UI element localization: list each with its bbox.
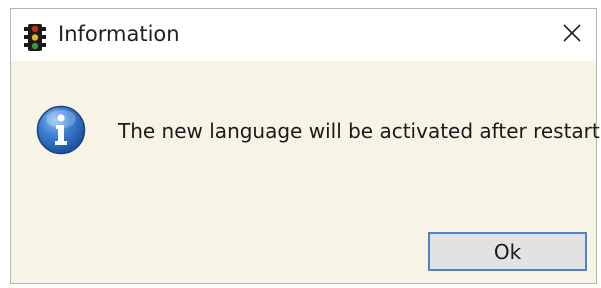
info-icon: [36, 105, 86, 155]
close-button[interactable]: [548, 9, 596, 61]
information-dialog: Information The new language will be act…: [10, 8, 601, 284]
dialog-title: Information: [58, 22, 180, 46]
traffic-light-icon: [24, 24, 46, 52]
title-bar: Information: [11, 9, 596, 61]
ok-button-label: Ok: [493, 239, 522, 264]
ok-button[interactable]: Ok: [428, 232, 587, 271]
close-icon: [563, 24, 581, 46]
dialog-message: The new language will be activated after…: [118, 119, 601, 143]
